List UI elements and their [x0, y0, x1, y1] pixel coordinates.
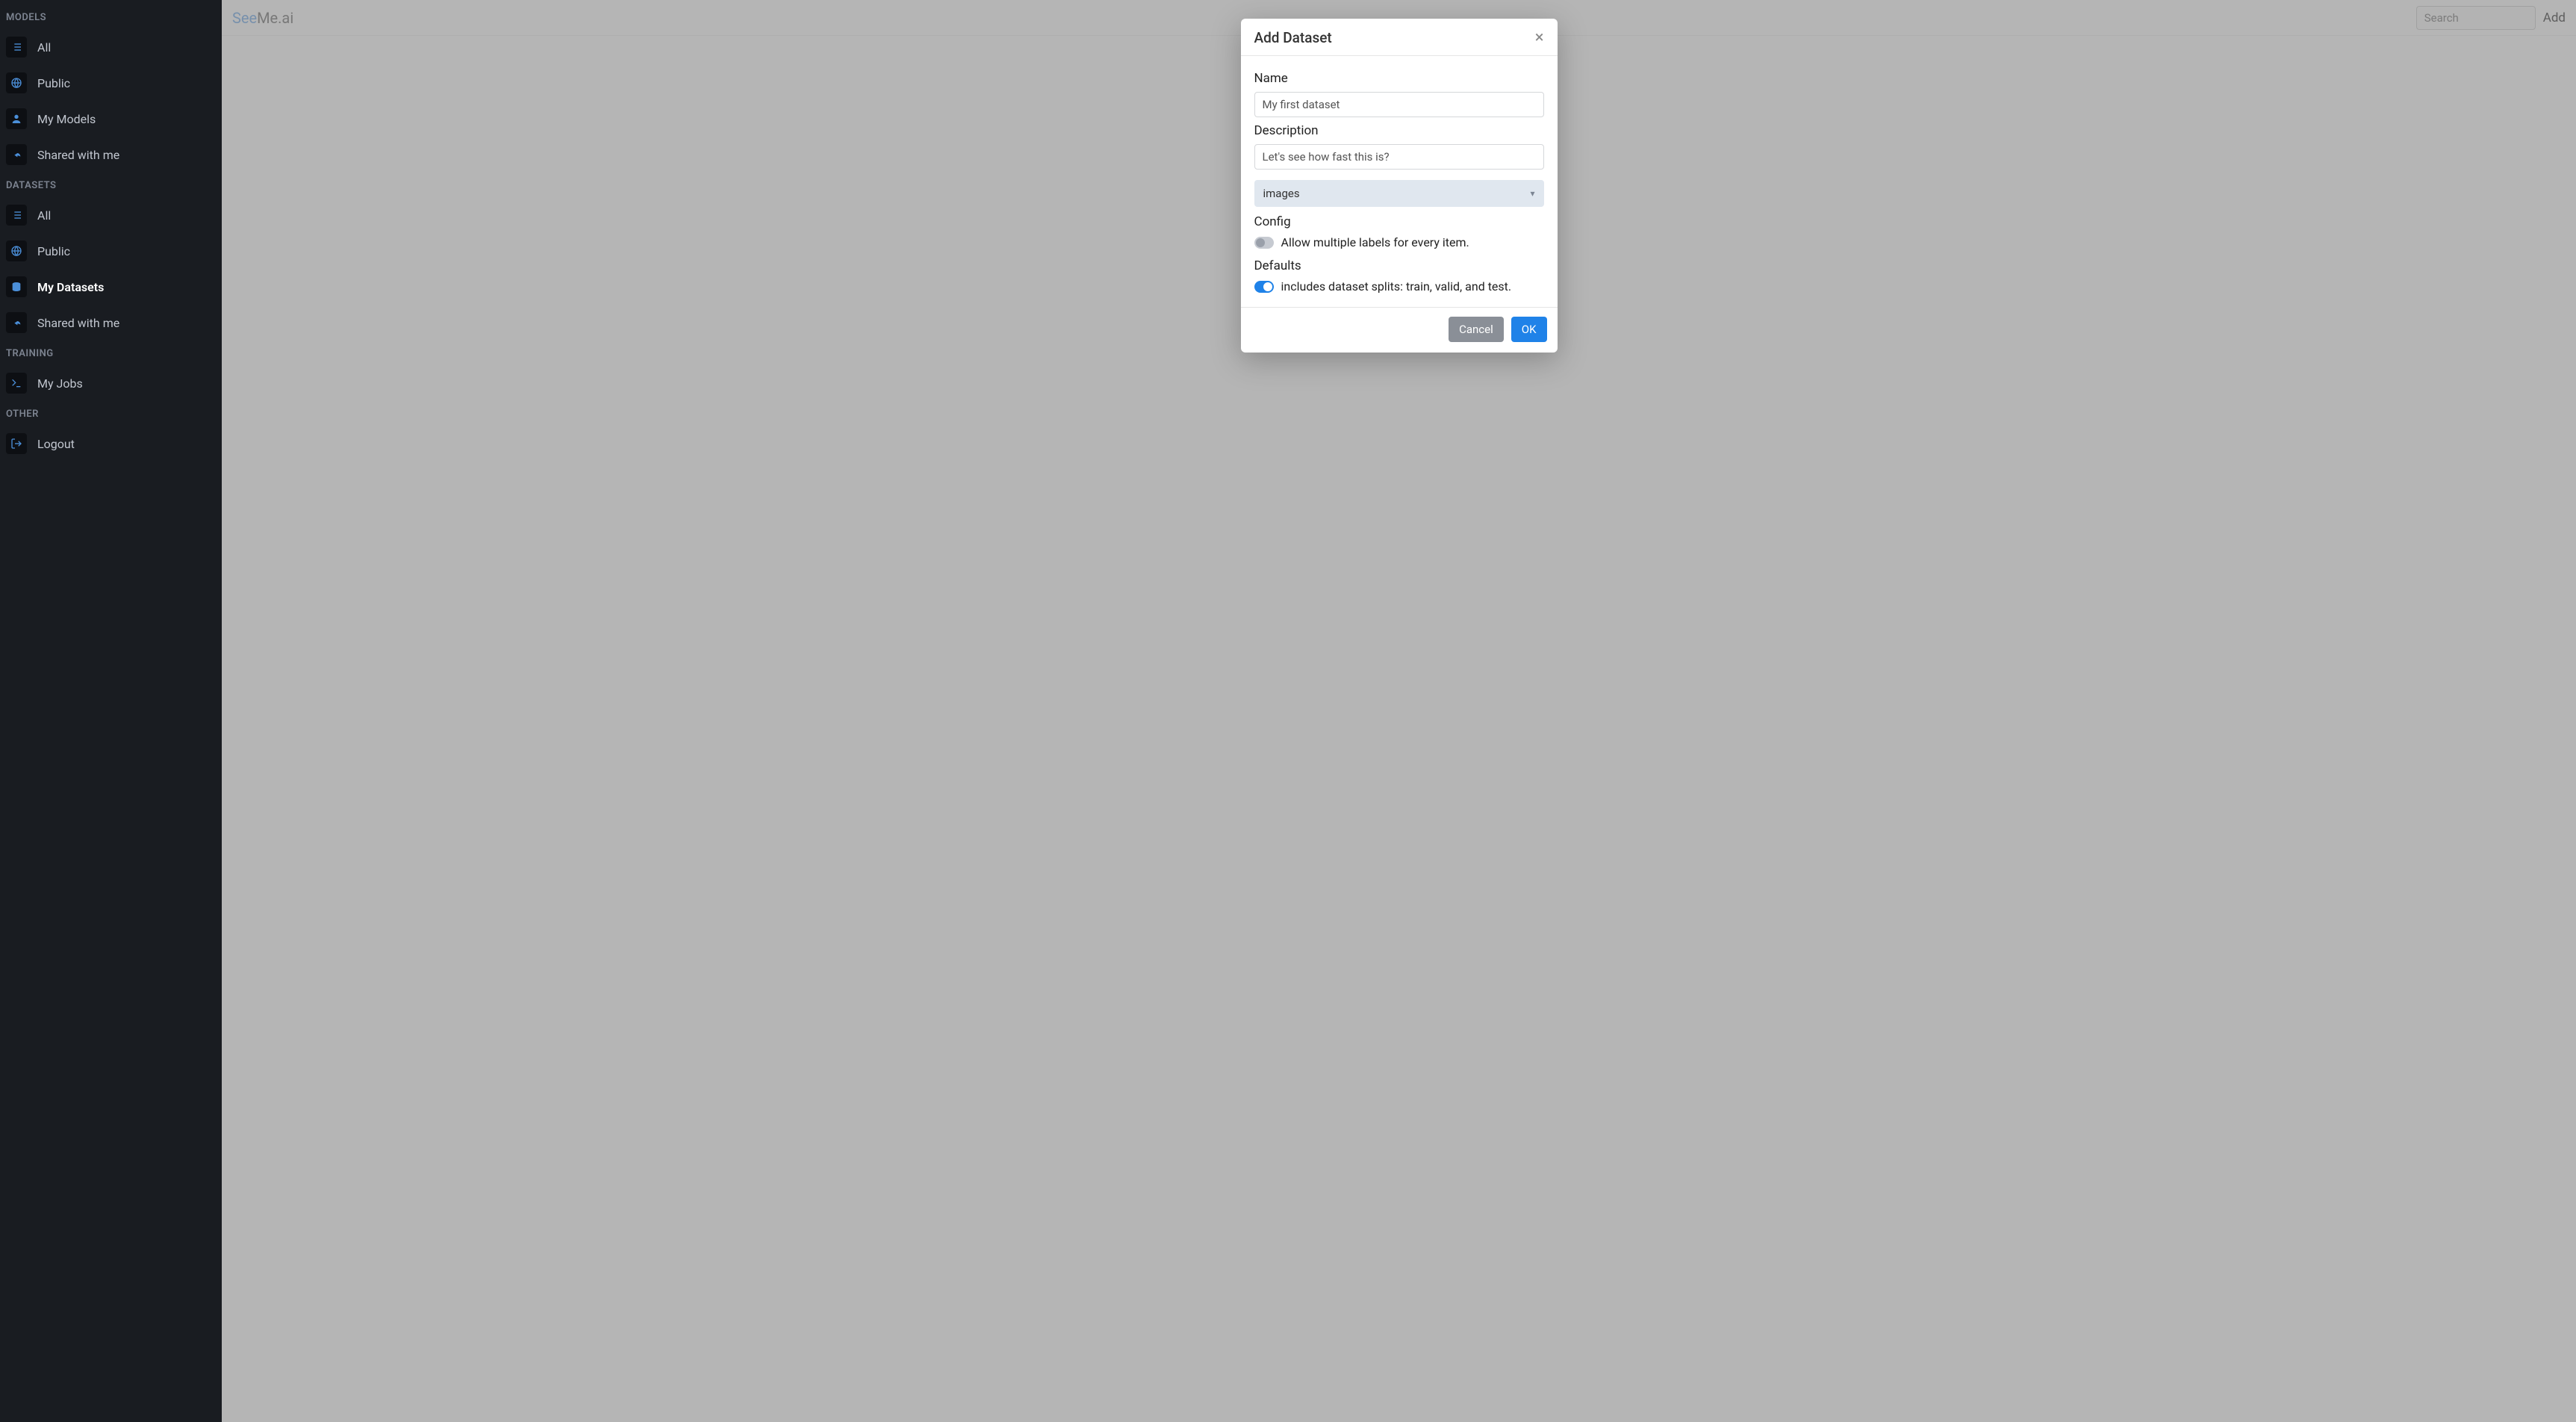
- sidebar-section-datasets: DATASETS: [0, 173, 222, 197]
- share-icon: [6, 312, 27, 333]
- list-icon: [6, 205, 27, 226]
- sidebar-item-label: All: [37, 40, 51, 55]
- name-label: Name: [1254, 71, 1544, 86]
- splits-toggle[interactable]: [1254, 281, 1274, 293]
- globe-icon: [6, 240, 27, 261]
- sidebar-item-my-datasets[interactable]: My Datasets: [0, 269, 222, 305]
- sidebar-item-datasets-public[interactable]: Public: [0, 233, 222, 269]
- share-icon: [6, 144, 27, 165]
- sidebar-item-label: My Datasets: [37, 280, 104, 294]
- splits-text: includes dataset splits: train, valid, a…: [1281, 279, 1512, 294]
- chevron-down-icon: ▾: [1530, 188, 1534, 199]
- type-select-value: images: [1263, 187, 1300, 200]
- type-select[interactable]: images ▾: [1254, 180, 1544, 207]
- modal-body: Name Description images ▾ Config Allow m…: [1241, 56, 1558, 307]
- sidebar-item-label: All: [37, 208, 51, 223]
- close-icon[interactable]: ×: [1535, 30, 1544, 46]
- ok-button[interactable]: OK: [1511, 317, 1547, 342]
- description-label: Description: [1254, 123, 1544, 138]
- defaults-splits-row: includes dataset splits: train, valid, a…: [1254, 279, 1544, 294]
- config-multilabel-row: Allow multiple labels for every item.: [1254, 235, 1544, 249]
- defaults-label: Defaults: [1254, 258, 1544, 273]
- description-input[interactable]: [1254, 144, 1544, 170]
- user-icon: [6, 108, 27, 129]
- sidebar-item-label: Public: [37, 76, 70, 90]
- main-area: SeeMe.ai Add Add Dataset × Name Descript…: [222, 0, 2576, 1422]
- logout-icon: [6, 433, 27, 454]
- name-input[interactable]: [1254, 92, 1544, 117]
- sidebar-item-label: My Models: [37, 112, 96, 126]
- sidebar-item-label: My Jobs: [37, 376, 83, 391]
- modal-footer: Cancel OK: [1241, 307, 1558, 353]
- add-dataset-modal: Add Dataset × Name Description images ▾ …: [1241, 19, 1558, 353]
- sidebar-item-models-public[interactable]: Public: [0, 65, 222, 101]
- list-icon: [6, 37, 27, 58]
- sidebar-item-label: Shared with me: [37, 148, 119, 162]
- multilabel-toggle[interactable]: [1254, 237, 1274, 249]
- sidebar-item-label: Logout: [37, 437, 75, 451]
- terminal-icon: [6, 373, 27, 394]
- database-icon: [6, 276, 27, 297]
- sidebar-item-my-jobs[interactable]: My Jobs: [0, 365, 222, 401]
- sidebar-item-datasets-all[interactable]: All: [0, 197, 222, 233]
- sidebar-item-label: Shared with me: [37, 316, 119, 330]
- globe-icon: [6, 72, 27, 93]
- sidebar: MODELS All Public My Models Shared with …: [0, 0, 222, 1422]
- multilabel-text: Allow multiple labels for every item.: [1281, 235, 1469, 249]
- sidebar-item-models-shared[interactable]: Shared with me: [0, 137, 222, 173]
- sidebar-section-models: MODELS: [0, 4, 222, 29]
- sidebar-item-datasets-shared[interactable]: Shared with me: [0, 305, 222, 341]
- modal-title: Add Dataset: [1254, 29, 1332, 46]
- sidebar-item-logout[interactable]: Logout: [0, 426, 222, 462]
- sidebar-item-label: Public: [37, 244, 70, 258]
- sidebar-section-other: OTHER: [0, 401, 222, 426]
- config-label: Config: [1254, 214, 1544, 229]
- sidebar-item-models-all[interactable]: All: [0, 29, 222, 65]
- modal-header: Add Dataset ×: [1241, 19, 1558, 56]
- cancel-button[interactable]: Cancel: [1449, 317, 1504, 342]
- sidebar-item-my-models[interactable]: My Models: [0, 101, 222, 137]
- sidebar-section-training: TRAINING: [0, 341, 222, 365]
